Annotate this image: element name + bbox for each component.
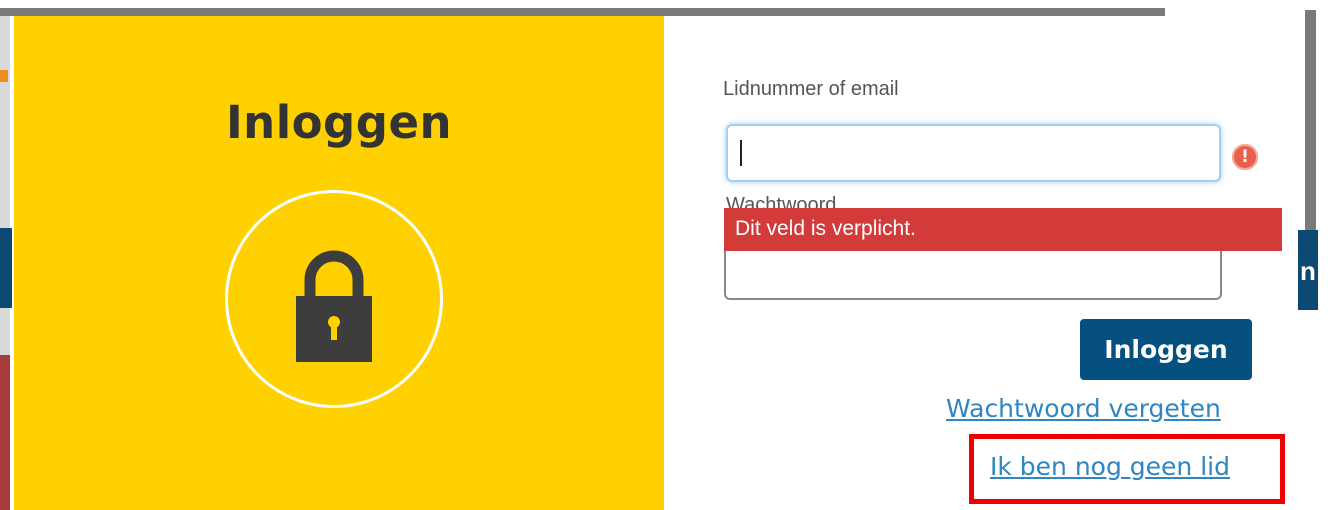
error-message: Dit veld is verplicht. bbox=[735, 217, 916, 240]
background-top-bar bbox=[0, 8, 1165, 16]
background-nav-text: n bbox=[1300, 256, 1316, 286]
text-cursor bbox=[740, 140, 742, 166]
forgot-password-link[interactable]: Wachtwoord vergeten bbox=[946, 394, 1221, 423]
login-button[interactable]: Inloggen bbox=[1080, 319, 1252, 380]
username-input[interactable] bbox=[726, 124, 1221, 182]
background-left-banner bbox=[0, 355, 10, 510]
error-tooltip: Dit veld is verplicht. bbox=[724, 208, 1282, 251]
background-right-nav: n bbox=[1298, 230, 1318, 310]
background-accent bbox=[0, 70, 8, 82]
login-title: Inloggen bbox=[225, 96, 453, 149]
username-label: Lidnummer of email bbox=[723, 78, 899, 100]
background-left-nav bbox=[0, 228, 12, 308]
login-modal: Inloggen Lidnummer of email ! Wachtwoord… bbox=[14, 16, 1298, 510]
alert-icon: ! bbox=[1232, 144, 1258, 170]
lock-icon bbox=[296, 250, 372, 362]
register-link[interactable]: Ik ben nog geen lid bbox=[990, 452, 1230, 481]
login-hero-panel: Inloggen bbox=[14, 16, 664, 510]
background-right-edge bbox=[1305, 10, 1316, 230]
